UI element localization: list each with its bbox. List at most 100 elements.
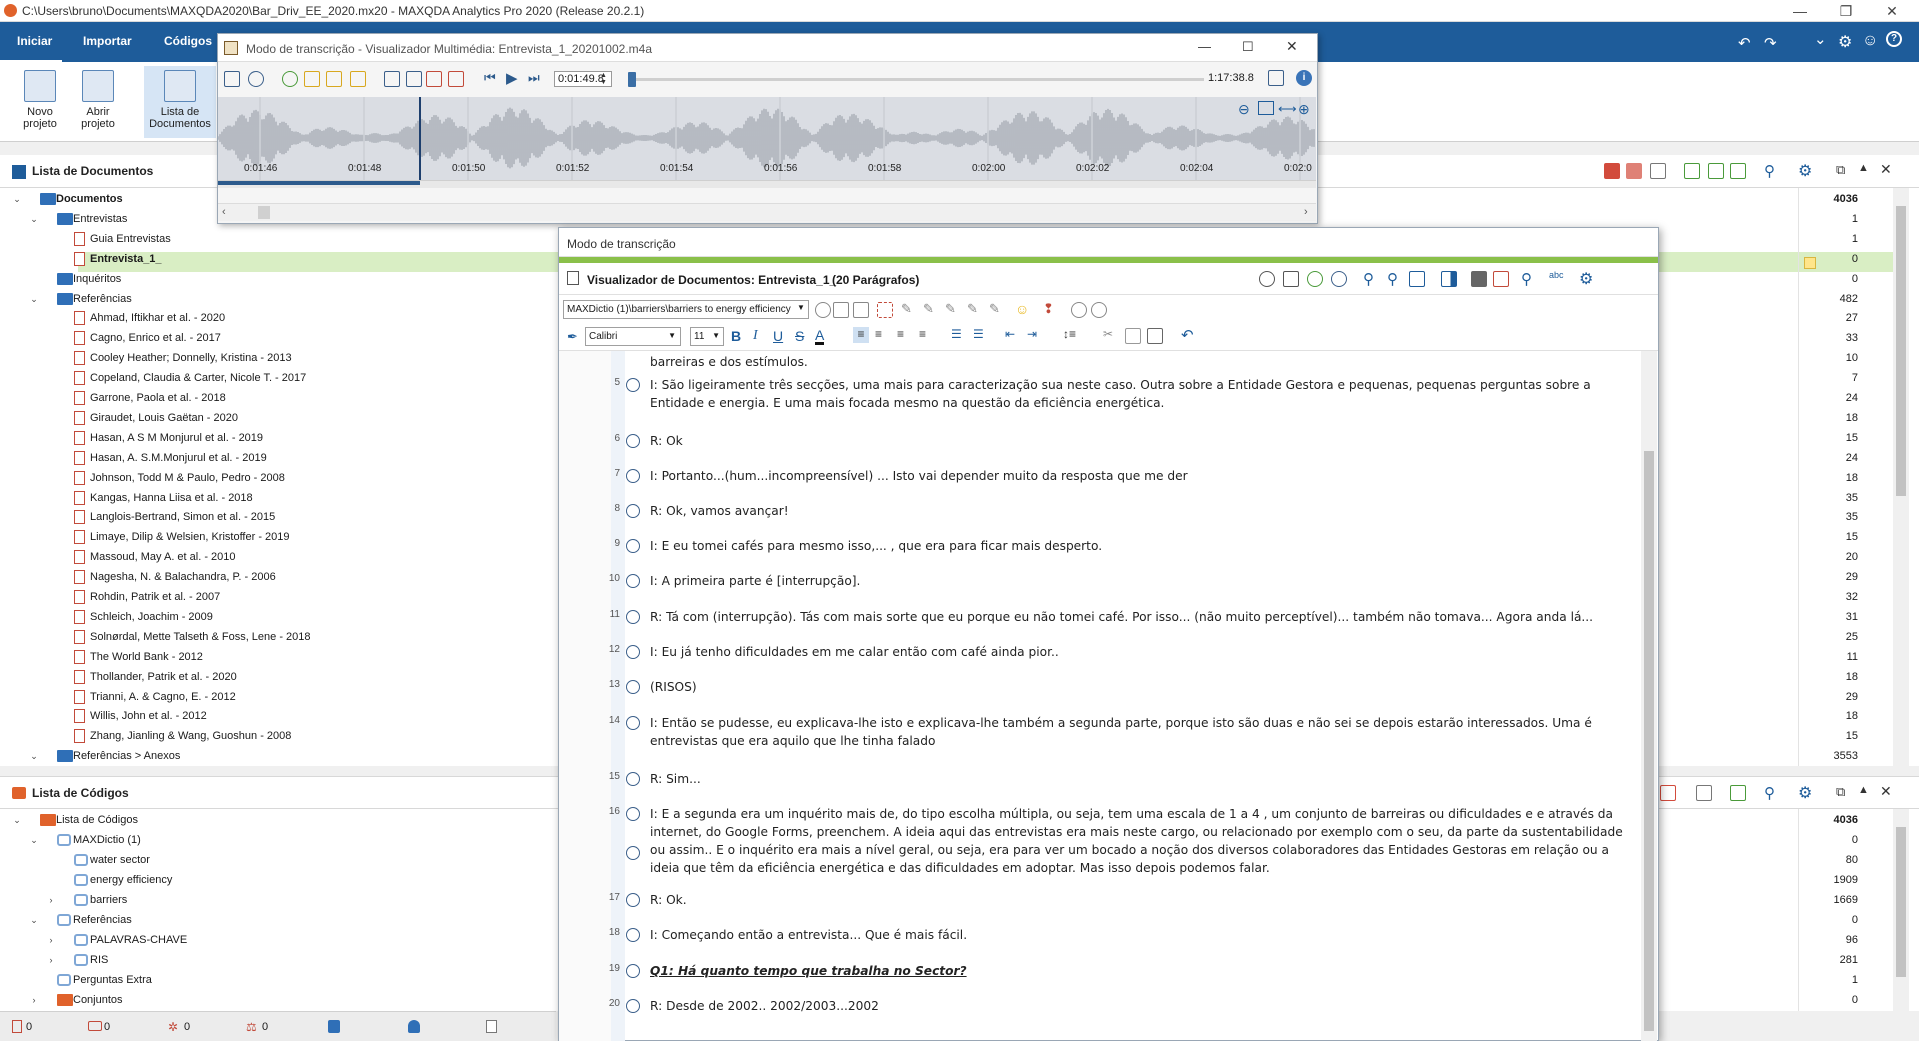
expand-chevron-icon[interactable]: ⌄ — [28, 289, 40, 309]
codelist-tool-icon-3[interactable] — [1730, 785, 1746, 801]
viewer-add-code-icon[interactable] — [1307, 271, 1323, 287]
media-tool-icon-1[interactable] — [224, 71, 240, 87]
settings-gear-icon[interactable]: ⚙ — [1838, 32, 1852, 52]
timestamp-clock-icon[interactable] — [626, 893, 640, 907]
codelist-settings-icon[interactable]: ⚙ — [1798, 783, 1812, 803]
tab-importar[interactable]: Importar — [83, 34, 132, 48]
doclist-close-icon[interactable]: ✕ — [1880, 161, 1892, 178]
copy-icon[interactable] — [1125, 328, 1141, 344]
skip-end-icon[interactable]: ⏭ — [528, 70, 540, 86]
doclist-tool-icon-2[interactable] — [1626, 163, 1642, 179]
weight-icon[interactable]: ❢ — [1043, 301, 1054, 317]
code-select[interactable]: MAXDictio (1)\barriers\barriers to energ… — [563, 300, 809, 319]
unlink-icon[interactable] — [1091, 302, 1107, 318]
justify-icon[interactable]: ≡ — [919, 327, 926, 341]
timestamp-clock-icon[interactable] — [626, 680, 640, 694]
zoom-in-icon[interactable]: ⊕ — [1298, 101, 1310, 118]
media-close-icon[interactable]: ✕ — [1286, 38, 1298, 55]
viewer-settings-icon[interactable]: ⚙ — [1579, 269, 1593, 289]
font-size-select[interactable]: 11 ▼ — [690, 327, 724, 346]
code-remove-icon[interactable] — [853, 302, 869, 318]
link-icon[interactable] — [1071, 302, 1087, 318]
viewer-refresh-icon[interactable] — [1259, 271, 1275, 287]
close-button[interactable]: ✕ — [1872, 2, 1912, 20]
transcript-scroll-thumb[interactable] — [1644, 451, 1654, 1031]
play-icon[interactable]: ▶ — [506, 69, 518, 87]
media-tool-icon-9[interactable] — [426, 71, 442, 87]
media-tool-icon-7[interactable] — [384, 71, 400, 87]
codelist-scrollbar[interactable] — [1893, 809, 1909, 1011]
timestamp-clock-icon[interactable] — [626, 807, 640, 821]
skip-start-icon[interactable]: ⏮ — [484, 70, 496, 86]
doclist-maximize-icon[interactable]: ▲ — [1858, 162, 1869, 174]
waveform-area[interactable]: 0:01:46 0:01:48 0:01:50 0:01:52 0:01:54 0:01:… — [217, 97, 1316, 180]
hscroll-thumb[interactable] — [258, 206, 270, 219]
novo-projeto-button[interactable]: Novo projeto — [10, 66, 70, 138]
codelist-maximize-icon[interactable]: ▲ — [1858, 784, 1869, 796]
zoom-width-icon[interactable]: ⟷ — [1278, 101, 1297, 117]
transcript-paragraph[interactable]: Q1: Há quanto tempo que trabalha no Sect… — [650, 962, 1635, 980]
media-info-icon[interactable]: i — [1296, 70, 1312, 86]
doclist-scrollbar[interactable] — [1893, 188, 1909, 766]
timestamp-clock-icon[interactable] — [626, 504, 640, 518]
zoom-fit-icon[interactable] — [1258, 101, 1274, 115]
doclist-tool-icon-4[interactable] — [1684, 163, 1700, 179]
lista-documentos-button[interactable]: Lista de Documentos — [144, 66, 216, 138]
timestamp-clock-icon[interactable] — [626, 964, 640, 978]
code-in-vivo-icon[interactable] — [877, 302, 893, 318]
media-tool-icon-8[interactable] — [406, 71, 422, 87]
transcript-paragraph[interactable]: I: E eu tomei cafés para mesmo isso,... … — [650, 537, 1635, 555]
restore-button[interactable]: ❐ — [1826, 2, 1866, 20]
doclist-tool-icon-5[interactable] — [1708, 163, 1724, 179]
transcript-paragraph[interactable]: I: Portanto...(hum...incompreensível) ..… — [650, 467, 1635, 485]
italic-icon[interactable]: I — [753, 328, 758, 344]
timestamp-clock-icon[interactable] — [626, 999, 640, 1013]
help-icon[interactable]: ? — [1886, 31, 1902, 47]
highlighter-1-icon[interactable]: ✎ — [901, 301, 912, 317]
expand-chevron-icon[interactable]: ⌄ — [28, 209, 40, 229]
bullet-list-icon[interactable]: ☰ — [951, 327, 962, 341]
doclist-tool-icon-6[interactable] — [1730, 163, 1746, 179]
align-left-icon[interactable]: ≡ — [853, 327, 869, 343]
transcript-paragraph[interactable]: I: Eu já tenho dificuldades em me calar … — [650, 643, 1635, 661]
viewer-time-icon[interactable] — [1331, 271, 1347, 287]
expand-chevron-icon[interactable]: ⌄ — [11, 810, 23, 830]
doclist-tool-icon-1[interactable] — [1604, 163, 1620, 179]
expand-chevron-icon[interactable]: › — [28, 990, 40, 1010]
media-tool-icon-4[interactable] — [304, 71, 320, 87]
hscroll-left-arrow[interactable]: ‹ — [222, 206, 226, 218]
viewer-split-icon[interactable] — [1441, 271, 1457, 287]
viewer-fit-icon[interactable] — [1409, 271, 1425, 287]
viewer-export-icon[interactable] — [1493, 271, 1509, 287]
strikethrough-icon[interactable]: S — [795, 328, 804, 344]
align-center-icon[interactable]: ≡ — [875, 327, 882, 341]
media-tool-icon-3[interactable] — [282, 71, 298, 87]
expand-chevron-icon[interactable]: ⌄ — [28, 910, 40, 930]
codelist-undock-icon[interactable]: ⧉ — [1836, 784, 1845, 800]
timestamp-clock-icon[interactable] — [626, 645, 640, 659]
viewer-print-icon[interactable] — [1471, 271, 1487, 287]
highlighter-4-icon[interactable]: ✎ — [967, 301, 978, 317]
numbered-list-icon[interactable]: ☰ — [973, 327, 984, 341]
outdent-icon[interactable]: ⇤ — [1005, 327, 1015, 341]
doclist-settings-icon[interactable]: ⚙ — [1798, 161, 1812, 181]
timestamp-clock-icon[interactable] — [626, 378, 640, 392]
transcript-paragraph[interactable]: I: Então se pudesse, eu explicava-lhe is… — [650, 714, 1635, 750]
media-minimize-icon[interactable]: — — [1198, 39, 1211, 54]
viewer-spellcheck-icon[interactable]: abc — [1549, 270, 1564, 280]
transcript-paragraph[interactable]: R: Tá com (interrupção). Tás com mais so… — [650, 608, 1635, 626]
media-tool-icon-2[interactable] — [248, 71, 264, 87]
font-name-select[interactable]: Calibri ▼ — [585, 327, 681, 346]
cut-icon[interactable]: ✂ — [1103, 327, 1113, 341]
emoticon-icon[interactable]: ☺ — [1015, 301, 1029, 317]
expand-chevron-icon[interactable]: › — [45, 890, 57, 910]
viewer-zoom-out-icon[interactable]: ⚲ — [1363, 270, 1374, 288]
code-pin-icon[interactable] — [815, 302, 831, 318]
transcript-paragraph[interactable]: R: Ok, vamos avançar! — [650, 502, 1635, 520]
doclist-undock-icon[interactable]: ⧉ — [1836, 162, 1845, 178]
hscroll-right-arrow[interactable]: › — [1304, 206, 1308, 218]
timestamp-clock-icon[interactable] — [626, 610, 640, 624]
media-hscroll[interactable]: ‹ › — [218, 203, 1316, 221]
codelist-tool-icon-2[interactable] — [1696, 785, 1712, 801]
time-spinner[interactable]: ▲ ▼ — [600, 72, 607, 86]
